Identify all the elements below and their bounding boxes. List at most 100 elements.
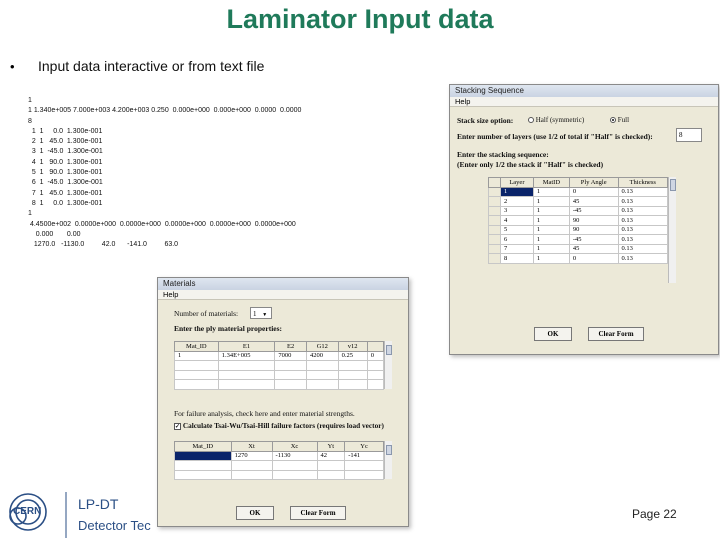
- vertical-scrollbar[interactable]: [668, 177, 676, 283]
- table-cell[interactable]: 1: [532, 253, 570, 264]
- column-header[interactable]: Xt: [230, 441, 273, 452]
- table-cell[interactable]: 0.13: [617, 205, 669, 216]
- layers-label: Enter number of layers (use 1/2 of total…: [457, 132, 653, 141]
- row-header[interactable]: [488, 253, 501, 264]
- scrollbar-thumb[interactable]: [386, 445, 392, 455]
- table-cell[interactable]: 1: [532, 234, 570, 245]
- row-header[interactable]: [488, 243, 501, 254]
- menu-help[interactable]: Help: [163, 290, 178, 299]
- table-cell[interactable]: 90: [568, 215, 619, 226]
- org-name: CERN: [13, 506, 42, 517]
- table-cell[interactable]: 1: [532, 186, 570, 197]
- menubar: Help: [450, 97, 718, 107]
- data-line: 2 1 45.0 1.300e-001: [28, 138, 103, 146]
- table-cell[interactable]: 1: [532, 205, 570, 216]
- column-header[interactable]: Mat_ID: [174, 341, 219, 352]
- menubar: Help: [158, 290, 408, 300]
- table-row: 1270 -1130 42 -141: [174, 450, 384, 461]
- window-titlebar[interactable]: Stacking Sequence: [450, 85, 718, 97]
- calculate-failure-option[interactable]: ✓ Calculate Tsai-Wu/Tsai-Hill failure fa…: [174, 421, 384, 430]
- half-label: Half (symmetric): [535, 116, 585, 124]
- vertical-scrollbar[interactable]: [384, 341, 392, 389]
- radio-full[interactable]: [610, 117, 616, 124]
- vertical-scrollbar[interactable]: [384, 441, 392, 479]
- table-cell[interactable]: 7: [500, 243, 534, 254]
- table-cell[interactable]: 1: [500, 186, 534, 197]
- row-header[interactable]: [488, 196, 501, 207]
- row-header[interactable]: [488, 215, 501, 226]
- table-cell[interactable]: 0.13: [617, 224, 669, 235]
- table-cell[interactable]: 0.13: [617, 243, 669, 254]
- chevron-down-icon[interactable]: ▼: [262, 313, 267, 318]
- table-cell[interactable]: 5: [500, 224, 534, 235]
- table-cell[interactable]: 0.13: [617, 234, 669, 245]
- calculate-failure-checkbox[interactable]: ✓: [174, 422, 181, 430]
- column-header[interactable]: MatID: [532, 177, 570, 188]
- table-cell[interactable]: 1: [532, 215, 570, 226]
- table-cell[interactable]: 0.13: [617, 186, 669, 197]
- scrollbar-thumb[interactable]: [670, 179, 676, 191]
- num-materials-select[interactable]: 1 ▼: [250, 307, 272, 319]
- table-cell[interactable]: 1: [532, 196, 570, 207]
- table-cell[interactable]: 0.13: [617, 215, 669, 226]
- table-cell[interactable]: 0.25: [337, 350, 368, 361]
- table-cell[interactable]: 42: [316, 450, 346, 461]
- table-cell[interactable]: 0.13: [617, 196, 669, 207]
- table-row: [174, 379, 385, 390]
- table-cell[interactable]: 3: [500, 205, 534, 216]
- table-cell[interactable]: 1270: [230, 450, 273, 461]
- table-cell[interactable]: -141: [344, 450, 384, 461]
- row-header[interactable]: [488, 224, 501, 235]
- table-header-row: Layer MatID Ply Angle Thickness: [488, 177, 669, 188]
- table-cell[interactable]: 1: [174, 350, 219, 361]
- failure-analysis-label: For failure analysis, check here and ent…: [174, 409, 355, 418]
- table-cell[interactable]: -45: [568, 234, 619, 245]
- table-cell[interactable]: -45: [568, 205, 619, 216]
- table-cell[interactable]: 0: [568, 186, 619, 197]
- column-header[interactable]: Yc: [344, 441, 384, 452]
- table-cell[interactable]: 1: [532, 224, 570, 235]
- column-header[interactable]: E1: [217, 341, 276, 352]
- row-header[interactable]: [488, 186, 501, 197]
- table-cell[interactable]: 45: [568, 243, 619, 254]
- table-cell[interactable]: 90: [568, 224, 619, 235]
- table-cell[interactable]: 0: [366, 350, 385, 361]
- column-header[interactable]: Thickness: [617, 177, 669, 188]
- clear-form-button[interactable]: Clear Form: [588, 327, 644, 341]
- table-cell[interactable]: [174, 450, 232, 461]
- data-line: 0.000 0.00: [28, 230, 81, 238]
- table-cell[interactable]: 4: [500, 215, 534, 226]
- half-option[interactable]: Half (symmetric): [528, 116, 584, 124]
- table-cell[interactable]: 4200: [305, 350, 339, 361]
- row-header[interactable]: [488, 234, 501, 245]
- table-cell[interactable]: 1: [532, 243, 570, 254]
- table-cell[interactable]: 0.13: [617, 253, 669, 264]
- window-titlebar[interactable]: Materials: [158, 278, 408, 290]
- column-header[interactable]: Xc: [271, 441, 318, 452]
- layers-input[interactable]: 8: [676, 128, 702, 142]
- table-cell[interactable]: 2: [500, 196, 534, 207]
- menu-help[interactable]: Help: [455, 97, 470, 106]
- row-header[interactable]: [488, 205, 501, 216]
- radio-half[interactable]: [528, 117, 534, 124]
- table-cell[interactable]: 45: [568, 196, 619, 207]
- ok-button[interactable]: OK: [236, 506, 274, 520]
- scrollbar-thumb[interactable]: [386, 345, 392, 355]
- column-header[interactable]: Layer: [500, 177, 534, 188]
- enter-sequence-label: Enter the stacking sequence:: [457, 150, 549, 159]
- full-option[interactable]: Full: [610, 116, 629, 124]
- table-cell[interactable]: 6: [500, 234, 534, 245]
- column-header[interactable]: G12: [305, 341, 339, 352]
- table-cell[interactable]: 1.34E+005: [217, 350, 276, 361]
- table-cell[interactable]: 7000: [274, 350, 307, 361]
- table-cell[interactable]: 8: [500, 253, 534, 264]
- column-header[interactable]: E2: [274, 341, 307, 352]
- column-header[interactable]: Ply Angle: [568, 177, 619, 188]
- column-header[interactable]: v12: [337, 341, 368, 352]
- column-header[interactable]: Mat_ID: [174, 441, 232, 452]
- table-cell[interactable]: 0: [568, 253, 619, 264]
- column-header[interactable]: Yt: [316, 441, 346, 452]
- table-cell[interactable]: -1130: [271, 450, 318, 461]
- clear-form-button[interactable]: Clear Form: [290, 506, 346, 520]
- ok-button[interactable]: OK: [534, 327, 572, 341]
